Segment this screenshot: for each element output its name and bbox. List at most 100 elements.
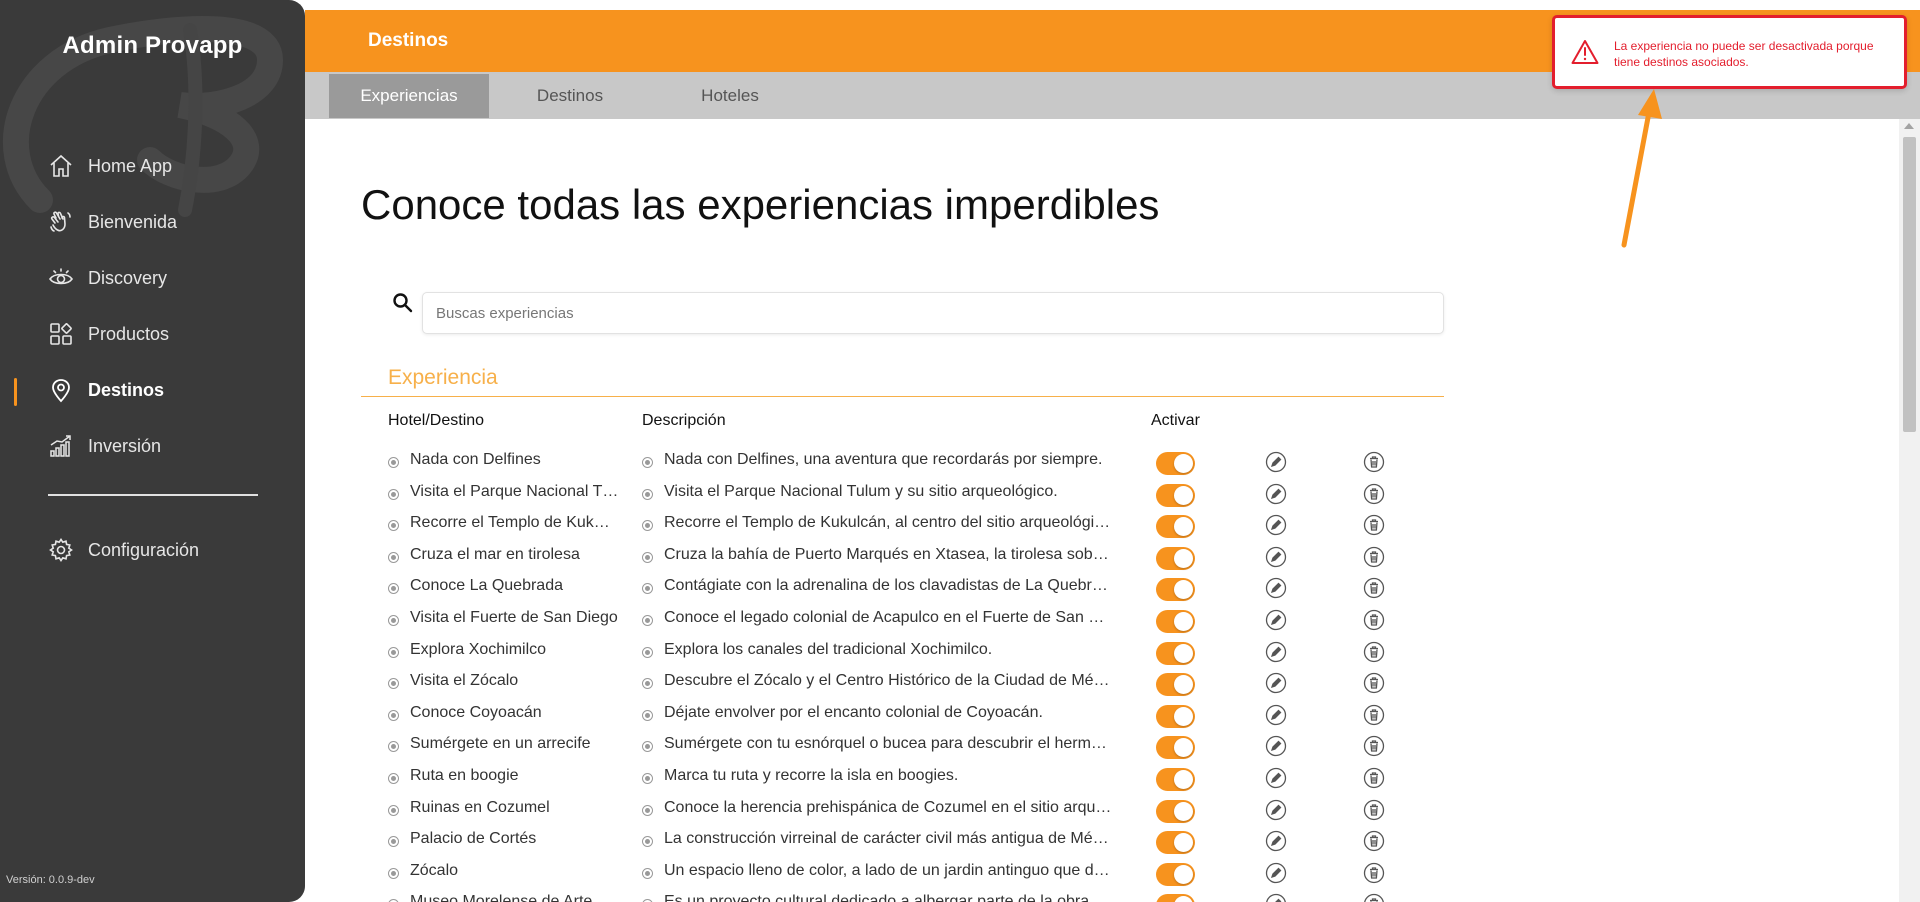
activate-toggle[interactable] — [1156, 546, 1195, 570]
delete-icon[interactable] — [1363, 514, 1385, 536]
bullet-icon — [642, 804, 653, 816]
edit-icon[interactable] — [1265, 704, 1287, 726]
scroll-thumb[interactable] — [1903, 137, 1916, 432]
edit-icon[interactable] — [1265, 577, 1287, 599]
delete-icon[interactable] — [1363, 577, 1385, 599]
delete-icon[interactable] — [1363, 893, 1385, 902]
experience-list: Nada con Delfines Nada con Delfines, una … — [305, 445, 1505, 902]
activate-toggle[interactable] — [1156, 609, 1195, 633]
row-hotel-destino: Museo Morelense de Arte — [410, 893, 593, 902]
search-input[interactable] — [422, 292, 1444, 334]
delete-icon[interactable] — [1363, 672, 1385, 694]
delete-icon[interactable] — [1363, 451, 1385, 473]
row-descripcion: Explora los canales del tradicional Xoch… — [664, 640, 993, 658]
bullet-icon — [642, 709, 653, 721]
delete-icon[interactable] — [1363, 735, 1385, 757]
bullet-icon — [642, 836, 653, 848]
bullet-icon — [642, 741, 653, 753]
sidebar-item-home-app[interactable]: Home App — [0, 138, 305, 194]
sidebar-item-label: Inversión — [88, 435, 162, 456]
app-root: Admin Provapp Home App Bienvenida Discov… — [0, 0, 1920, 902]
table-row: Visita el Parque Nacional T… Visita el Pa… — [305, 477, 1505, 509]
delete-icon[interactable] — [1363, 546, 1385, 568]
delete-icon[interactable] — [1363, 609, 1385, 631]
row-descripcion: Conoce el legado colonial de Acapulco en… — [664, 608, 1105, 626]
bullet-icon — [642, 867, 653, 879]
delete-icon[interactable] — [1363, 799, 1385, 821]
page-title: Conoce todas las experiencias imperdible… — [361, 181, 1160, 228]
edit-icon[interactable] — [1265, 735, 1287, 757]
sidebar-item-label: Destinos — [88, 379, 165, 400]
delete-icon[interactable] — [1363, 830, 1385, 852]
bullet-icon — [388, 488, 399, 500]
tab-hoteles[interactable]: Hoteles — [650, 74, 810, 118]
row-descripcion: La construcción virreinal de carácter ci… — [664, 830, 1109, 848]
table-row: Conoce La Quebrada Contágiate con la adre… — [305, 571, 1505, 603]
activate-toggle[interactable] — [1156, 831, 1195, 855]
table-row: Explora Xochimilco Explora los canales de… — [305, 635, 1505, 667]
row-descripcion: Marca tu ruta y recorre la isla en boogi… — [664, 766, 959, 784]
bullet-icon — [642, 583, 653, 595]
table-row: Conoce Coyoacán Déjate envolver por el en… — [305, 698, 1505, 730]
row-descripcion: Descubre el Zócalo y el Centro Histórico… — [664, 672, 1110, 690]
row-descripcion: Un espacio lleno de color, a lado de un … — [664, 861, 1110, 879]
edit-icon[interactable] — [1265, 830, 1287, 852]
delete-icon[interactable] — [1363, 641, 1385, 663]
sidebar-item-productos[interactable]: Productos — [0, 306, 305, 362]
row-hotel-destino: Palacio de Cortés — [410, 830, 537, 848]
delete-icon[interactable] — [1363, 862, 1385, 884]
edit-icon[interactable] — [1265, 799, 1287, 821]
bullet-icon — [388, 646, 399, 658]
activate-toggle[interactable] — [1156, 894, 1195, 902]
warning-icon — [1571, 40, 1599, 64]
edit-icon[interactable] — [1265, 641, 1287, 663]
delete-icon[interactable] — [1363, 483, 1385, 505]
activate-toggle[interactable] — [1156, 452, 1195, 475]
activate-toggle[interactable] — [1156, 483, 1195, 507]
error-toast: La experiencia no puede ser desactivada … — [1552, 15, 1907, 89]
activate-toggle[interactable] — [1156, 641, 1195, 665]
sidebar-item-inversion[interactable]: Inversión — [0, 418, 305, 474]
scrollbar[interactable] — [1899, 119, 1920, 902]
sidebar-item-discovery[interactable]: Discovery — [0, 250, 305, 306]
table-row: Ruinas en Cozumel Conoce la herencia preh… — [305, 793, 1505, 825]
sidebar-item-configuracion[interactable]: Configuración — [0, 522, 305, 578]
activate-toggle[interactable] — [1156, 736, 1195, 760]
tab-destinos[interactable]: Destinos — [490, 74, 650, 118]
bullet-icon — [388, 836, 399, 848]
row-hotel-destino: Sumérgete en un arrecife — [410, 735, 591, 753]
edit-icon[interactable] — [1265, 672, 1287, 694]
delete-icon[interactable] — [1363, 767, 1385, 789]
activate-toggle[interactable] — [1156, 578, 1195, 602]
activate-toggle[interactable] — [1156, 767, 1195, 791]
activate-toggle[interactable] — [1156, 515, 1195, 539]
sidebar-item-destinos[interactable]: Destinos — [0, 362, 305, 418]
bullet-icon — [388, 457, 399, 468]
bar-chart-icon — [48, 433, 74, 459]
column-header-activar: Activar — [1151, 412, 1200, 429]
column-header-hotel-destino: Hotel/Destino — [388, 412, 485, 429]
edit-icon[interactable] — [1265, 483, 1287, 505]
edit-icon[interactable] — [1265, 546, 1287, 568]
row-hotel-destino: Visita el Zócalo — [410, 672, 519, 690]
row-descripcion: Recorre el Templo de Kukulcán, al centro… — [664, 514, 1111, 532]
row-hotel-destino: Zócalo — [410, 861, 459, 879]
sidebar-item-bienvenida[interactable]: Bienvenida — [0, 194, 305, 250]
activate-toggle[interactable] — [1156, 673, 1195, 697]
bullet-icon — [642, 678, 653, 690]
bullet-icon — [388, 741, 399, 753]
activate-toggle[interactable] — [1156, 799, 1195, 823]
row-hotel-destino: Visita el Fuerte de San Diego — [410, 608, 618, 626]
edit-icon[interactable] — [1265, 767, 1287, 789]
edit-icon[interactable] — [1265, 451, 1287, 473]
edit-icon[interactable] — [1265, 609, 1287, 631]
row-hotel-destino: Conoce La Quebrada — [410, 577, 563, 595]
scroll-up-arrow-icon[interactable] — [1904, 123, 1914, 129]
tab-experiencias[interactable]: Experiencias — [329, 74, 489, 118]
activate-toggle[interactable] — [1156, 862, 1195, 886]
edit-icon[interactable] — [1265, 862, 1287, 884]
delete-icon[interactable] — [1363, 704, 1385, 726]
edit-icon[interactable] — [1265, 514, 1287, 536]
edit-icon[interactable] — [1265, 893, 1287, 902]
activate-toggle[interactable] — [1156, 704, 1195, 728]
